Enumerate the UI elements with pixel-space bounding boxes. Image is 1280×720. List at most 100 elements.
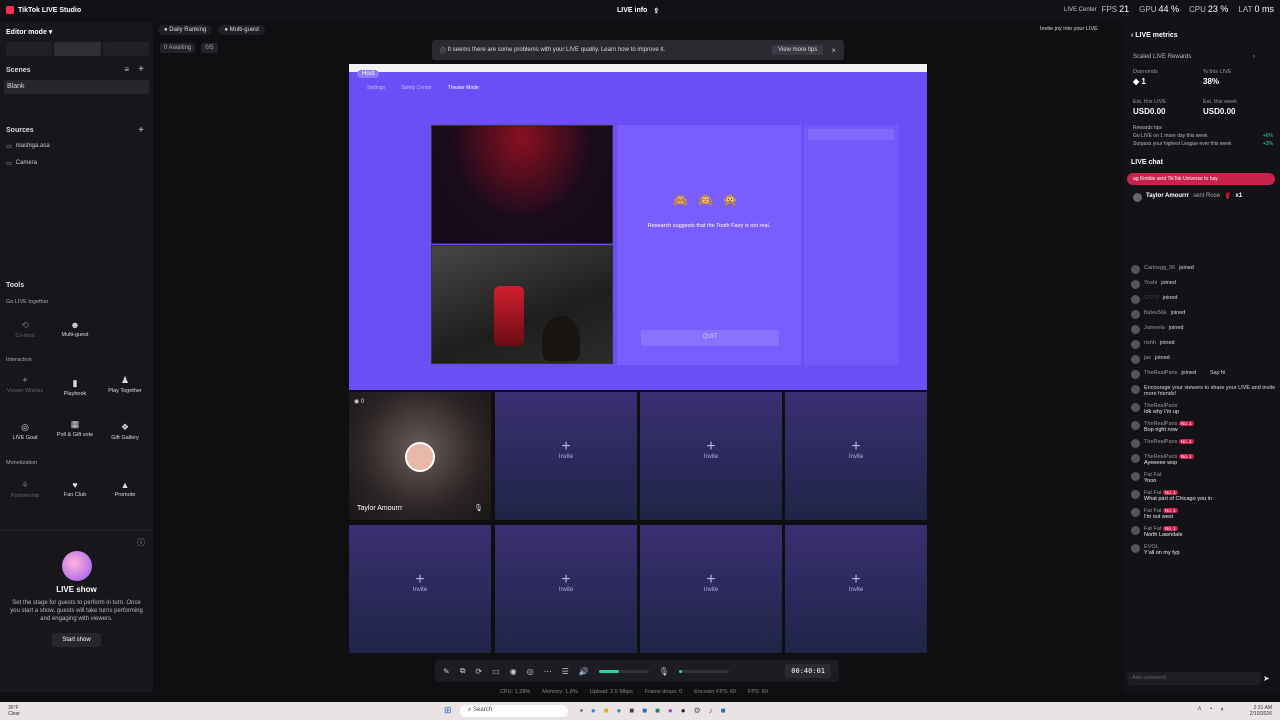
plus-icon: + xyxy=(561,438,571,455)
quit-button[interactable]: QUIT xyxy=(641,330,779,346)
live-info[interactable]: LIVE info ⇪ xyxy=(617,7,659,15)
layers-icon[interactable]: ⧉ xyxy=(460,666,466,676)
volume-slider[interactable] xyxy=(598,669,649,673)
add-scene-icon[interactable]: + xyxy=(138,64,144,75)
awaiting-pill[interactable]: 0 Awaiting xyxy=(160,43,196,53)
invite-slot[interactable]: + Invite xyxy=(785,525,927,653)
rewards-link[interactable]: Scaled LIVE Rewards › xyxy=(1133,54,1255,60)
layout-dual[interactable] xyxy=(102,42,149,56)
chat-join: Carlosgg_96 joined xyxy=(1131,265,1276,274)
tiktok-icon[interactable]: ♪ xyxy=(709,706,713,715)
settings-sliders-icon[interactable]: ☰ xyxy=(562,667,569,676)
app-icon[interactable]: ● xyxy=(668,706,673,715)
taskbar-search[interactable]: ⌕ Search xyxy=(460,705,568,717)
poll-button[interactable]: ▦ Poll & Gift vote xyxy=(53,419,97,449)
playbook-button[interactable]: ▮ Playbook xyxy=(53,378,97,408)
list-icon[interactable]: ≡ xyxy=(124,65,129,74)
comment-input[interactable]: Add comment xyxy=(1127,672,1261,685)
app-icon[interactable]: ■ xyxy=(721,706,726,715)
invite-slot[interactable]: + Invite xyxy=(640,392,782,520)
effects-icon[interactable]: ✎ xyxy=(443,667,450,676)
edge-icon[interactable]: ● xyxy=(617,706,622,715)
windows-start-icon[interactable]: ⊞ xyxy=(444,705,452,716)
mic-level[interactable] xyxy=(678,669,729,673)
clock[interactable]: 2:31 AM 2/10/2026 xyxy=(1250,705,1272,717)
cohost-button[interactable]: ⟲ Co-host xyxy=(3,320,47,350)
invite-slot[interactable]: + Invite xyxy=(785,392,927,520)
person xyxy=(542,316,580,361)
heart-icon: ♥ xyxy=(72,480,78,490)
source-item[interactable]: ▭ mashiga.asa xyxy=(6,143,50,150)
source-item[interactable]: ▭ Camera xyxy=(6,160,37,167)
browser-icon[interactable]: ● xyxy=(591,706,596,715)
viewer-wishes-button[interactable]: ✦ Viewer Wishes xyxy=(3,375,47,405)
chat-message: Fat Fat No. 1 North Lawndale xyxy=(1131,526,1276,538)
handshake-icon: ⚘ xyxy=(20,480,30,490)
camera-switch-icon[interactable]: ⟳ xyxy=(475,667,482,676)
app-icon[interactable]: ■ xyxy=(655,706,660,715)
invite-slot[interactable]: + Invite xyxy=(640,525,782,653)
layout-switch[interactable] xyxy=(6,42,149,56)
mic-icon[interactable]: 🎙 xyxy=(474,504,483,512)
send-icon[interactable]: ➤ xyxy=(1263,674,1270,683)
tab-settings[interactable]: Settings xyxy=(367,85,385,91)
microphone-icon[interactable]: 🎙 xyxy=(659,667,669,676)
title-bar: TikTok LIVE Studio LIVE info ⇪ LIVE Cent… xyxy=(0,0,1280,22)
share-icon[interactable]: ⇪ xyxy=(653,7,659,15)
top-chips: ● Daily Ranking ● Multi-guest xyxy=(158,25,265,35)
layout-portrait[interactable] xyxy=(6,42,53,56)
live-center-link[interactable]: LIVE Center xyxy=(1064,7,1097,13)
record-icon[interactable]: ◉ xyxy=(510,667,517,676)
progress-pill[interactable]: 0/5 xyxy=(201,43,218,53)
close-icon[interactable]: × xyxy=(831,46,836,55)
tip-row: Go LIVE on 1 more day this week +6% xyxy=(1133,133,1273,139)
more-icon[interactable]: ⋯ xyxy=(544,667,552,676)
invite-slot[interactable]: + Invite xyxy=(495,525,637,653)
view-tips-button[interactable]: View more tips xyxy=(772,45,824,55)
say-hi-button[interactable]: Say hi xyxy=(1210,370,1225,379)
scene-item-blank[interactable]: Blank xyxy=(4,80,149,94)
speaker-icon[interactable]: 🔊 xyxy=(579,667,589,676)
avatar xyxy=(405,442,435,472)
replay-icon[interactable]: ◎ xyxy=(527,667,534,676)
fan-club-button[interactable]: ♥ Fan Club xyxy=(53,480,97,510)
store-icon[interactable]: ■ xyxy=(629,706,634,715)
chat-message: Fat Fat No. 1 What part of Chicago you in xyxy=(1131,490,1276,502)
goal-icon: ◎ xyxy=(21,422,29,432)
weather-widget[interactable]: 36°F Clear xyxy=(8,705,20,717)
metrics-title[interactable]: ‹ LIVE metrics xyxy=(1131,32,1178,39)
mic-level-fill xyxy=(678,669,682,673)
guest-slot[interactable]: ◉ 0 Taylor Amourrr 🎙 xyxy=(349,392,491,520)
promote-button[interactable]: ▲ Promote xyxy=(103,480,147,510)
wifi-icon[interactable]: ◔ xyxy=(1209,706,1213,713)
encoder-fps: Encoder FPS: 60 xyxy=(694,689,737,695)
screen-icon[interactable]: ▭ xyxy=(492,667,500,676)
chevron-up-icon[interactable]: ˄ xyxy=(1197,706,1201,713)
app-icon[interactable]: ■ xyxy=(642,706,647,715)
daily-ranking-chip[interactable]: ● Daily Ranking xyxy=(158,25,213,35)
gear-icon[interactable]: ⚙ xyxy=(694,706,701,715)
book-icon: ▮ xyxy=(72,378,78,388)
invite-slot[interactable]: + Invite xyxy=(495,392,637,520)
gift-gallery-button[interactable]: ❖ Gift Gallery xyxy=(103,422,147,452)
app-icon[interactable]: ▪ xyxy=(580,706,583,715)
add-source-icon[interactable]: + xyxy=(138,125,144,136)
live-goal-button[interactable]: ◎ LIVE Goal xyxy=(3,422,47,452)
start-show-button[interactable]: Start show xyxy=(52,633,101,648)
multiguest-chip[interactable]: ● Multi-guest xyxy=(218,25,265,35)
folder-icon[interactable]: ■ xyxy=(604,706,609,715)
editor-mode-dropdown[interactable]: Editor mode ▾ xyxy=(6,28,52,36)
help-icon[interactable]: ⓘ xyxy=(137,537,145,548)
invite-slot[interactable]: + Invite xyxy=(349,525,491,653)
multiguest-button[interactable]: ☻ Multi-guest xyxy=(53,320,97,350)
fps-stat: FPS 21 xyxy=(1101,4,1130,14)
layout-landscape[interactable] xyxy=(54,42,101,56)
guest-name: Taylor Amourrr xyxy=(357,505,403,512)
steam-icon[interactable]: ● xyxy=(681,706,686,715)
cohost-icon: ⟲ xyxy=(21,320,29,330)
play-together-button[interactable]: ♟ Play Together xyxy=(103,375,147,405)
volume-icon[interactable]: ◖ xyxy=(1220,706,1224,713)
tab-safety[interactable]: Safety Center xyxy=(401,85,432,91)
tab-theater[interactable]: Theater Mode xyxy=(448,85,479,91)
partnership-button[interactable]: ⚘ Partnership xyxy=(3,480,47,510)
